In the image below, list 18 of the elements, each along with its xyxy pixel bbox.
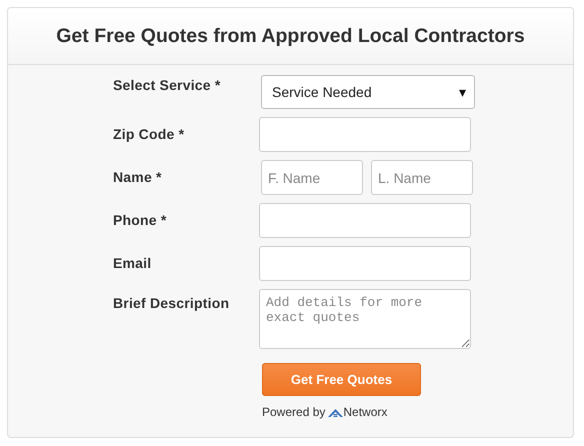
input-field[interactable] bbox=[259, 246, 471, 281]
description-field[interactable]: Add details for more exact quotes bbox=[259, 289, 471, 349]
input-field[interactable] bbox=[259, 117, 471, 152]
input-field[interactable]: F. Name bbox=[261, 160, 363, 195]
field-label: Phone * bbox=[113, 211, 168, 228]
field-label: Brief Description bbox=[113, 294, 230, 311]
field-label: Zip Code * bbox=[113, 125, 186, 142]
field-label: Select Service * bbox=[113, 76, 222, 93]
powered-by-text: Powered by bbox=[262, 405, 326, 419]
caret-icon: ▾ bbox=[459, 84, 466, 100]
field-label: Name * bbox=[113, 168, 163, 185]
input-field[interactable] bbox=[259, 203, 471, 238]
brand-name: Networx bbox=[343, 405, 388, 419]
form-title: Get Free Quotes from Approved Local Contractors bbox=[56, 24, 525, 48]
roof-logo-icon bbox=[328, 408, 344, 416]
field-label: Email bbox=[113, 254, 152, 271]
service-select[interactable]: Service Needed ▾ bbox=[261, 75, 475, 109]
input-field[interactable]: L. Name bbox=[371, 160, 473, 195]
